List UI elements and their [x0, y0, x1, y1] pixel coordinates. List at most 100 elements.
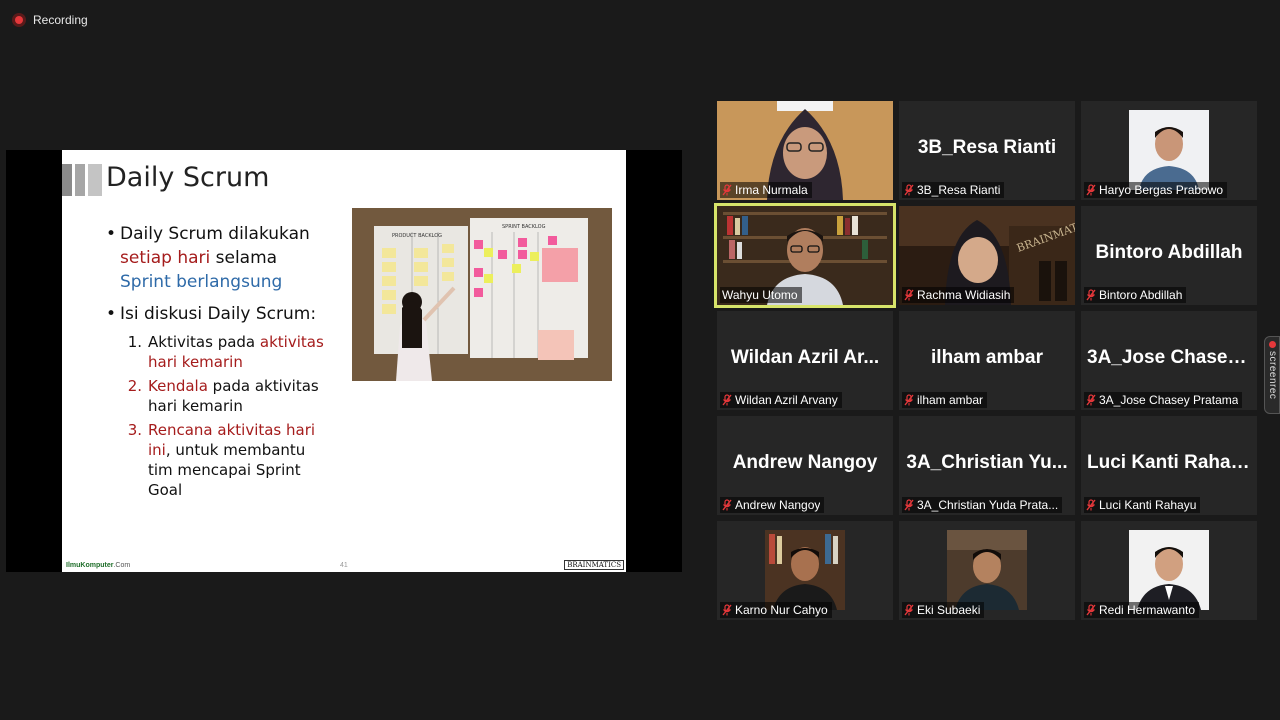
sub-item-2: 2. Kendala pada aktivitas hari kemarin — [126, 376, 331, 416]
participant-name: 3B_Resa Rianti — [917, 183, 1001, 197]
participant-display-name: Wildan Azril Ar... — [730, 347, 880, 368]
bullet-1-text: Daily Scrum dilakukan setiap hari selama… — [120, 222, 331, 294]
participant-name-label: ilham ambar — [902, 392, 988, 408]
participant-tile[interactable]: ilham ambar ilham ambar — [899, 311, 1075, 410]
muted-mic-icon — [1086, 394, 1096, 406]
sub-item-number: 2. — [127, 377, 142, 395]
participant-name-label: Redi Hermawanto — [1084, 602, 1200, 618]
participant-name: ilham ambar — [917, 393, 984, 407]
sub-item-number: 1. — [127, 333, 142, 351]
slide-title-bars-icon — [62, 164, 102, 196]
participant-tile[interactable]: Wahyu Utomo — [714, 203, 896, 308]
muted-mic-icon — [904, 499, 914, 511]
sub-item-1-text: Aktivitas pada aktivitas hari kemarin — [148, 332, 331, 372]
bullet-2-sublist: 1. Aktivitas pada aktivitas hari kemarin… — [126, 332, 331, 500]
avatar — [1129, 530, 1209, 610]
participant-tile[interactable]: Eki Subaeki — [899, 521, 1075, 620]
bullet-dot-icon: • — [106, 224, 117, 244]
sub-item-1: 1. Aktivitas pada aktivitas hari kemarin — [126, 332, 331, 372]
bullet-1-blue: Sprint berlangsung — [120, 272, 283, 292]
participant-tile[interactable]: Andrew Nangoy Andrew Nangoy — [717, 416, 893, 515]
photo-label-product-backlog: PRODUCT BACKLOG — [392, 233, 442, 239]
muted-mic-icon — [722, 604, 732, 616]
participant-tile[interactable]: Bintoro Abdillah Bintoro Abdillah — [1081, 206, 1257, 305]
participant-display-name: 3B_Resa Rianti — [917, 137, 1057, 158]
participant-tile[interactable]: BRAINMATICS Rachma Widiasih — [899, 206, 1075, 305]
participant-display-name: Andrew Nangoy — [732, 452, 878, 473]
muted-mic-icon — [1086, 604, 1096, 616]
participant-tile[interactable]: 3A_Jose Chasey... 3A_Jose Chasey Pratama — [1081, 311, 1257, 410]
participant-name-label: Andrew Nangoy — [720, 497, 825, 513]
participant-name-label: Haryo Bergas Prabowo — [1084, 182, 1228, 198]
bullet-1-highlight: setiap hari — [120, 248, 211, 268]
participant-tile[interactable]: Redi Hermawanto — [1081, 521, 1257, 620]
participant-name: Bintoro Abdillah — [1099, 288, 1183, 302]
recording-label: Recording — [33, 13, 88, 27]
scrum-board-photo: PRODUCT BACKLOG SPRINT BACKLOG — [352, 208, 612, 381]
participant-name-label: Rachma Widiasih — [902, 287, 1015, 303]
screenrec-tab[interactable]: screenrec — [1264, 336, 1280, 414]
participant-name: Andrew Nangoy — [735, 498, 821, 512]
muted-mic-icon — [722, 394, 732, 406]
sub-item-number: 3. — [127, 421, 142, 439]
muted-mic-icon — [904, 289, 914, 301]
participant-name: Haryo Bergas Prabowo — [1099, 183, 1224, 197]
muted-mic-icon — [904, 394, 914, 406]
participant-name: Irma Nurmala — [735, 183, 808, 197]
meeting-window: Recording Daily Scrum • Daily Scrum dila… — [0, 0, 1280, 720]
sub-item-3-post: , untuk membantu tim mencapai Sprint Goa… — [148, 441, 306, 499]
muted-mic-icon — [1086, 184, 1096, 196]
participant-name: Redi Hermawanto — [1099, 603, 1196, 617]
bullet-1-pre: Daily Scrum dilakukan — [120, 224, 310, 244]
muted-mic-icon — [904, 604, 914, 616]
sub-item-2-highlight: Kendala — [148, 377, 208, 395]
muted-mic-icon — [1086, 499, 1096, 511]
participant-name: Wildan Azril Arvany — [735, 393, 838, 407]
bullet-1-mid: selama — [210, 248, 278, 268]
slide-footer-brand: IlmuKomputer.Com — [66, 562, 130, 569]
participant-name-label: Wildan Azril Arvany — [720, 392, 842, 408]
bullet-2: • Isi diskusi Daily Scrum: — [106, 302, 331, 326]
participant-tile[interactable]: Wildan Azril Ar... Wildan Azril Arvany — [717, 311, 893, 410]
photo-label-sprint-backlog: SPRINT BACKLOG — [502, 224, 546, 230]
bullet-dot-icon: • — [106, 304, 117, 324]
participant-name: Wahyu Utomo — [722, 288, 798, 302]
muted-mic-icon — [722, 499, 732, 511]
participant-tile[interactable]: Haryo Bergas Prabowo — [1081, 101, 1257, 200]
participant-tile[interactable]: Luci Kanti Rahayu Luci Kanti Rahayu — [1081, 416, 1257, 515]
sub-item-2-text: Kendala pada aktivitas hari kemarin — [148, 376, 331, 416]
participant-display-name: Bintoro Abdillah — [1095, 242, 1243, 263]
participant-display-name: 3A_Christian Yu... — [906, 452, 1068, 473]
slide-body: • Daily Scrum dilakukan setiap hari sela… — [106, 222, 331, 504]
bullet-2-text: Isi diskusi Daily Scrum: — [120, 304, 317, 324]
presentation-slide: Daily Scrum • Daily Scrum dilakukan seti… — [62, 150, 626, 572]
muted-mic-icon — [722, 184, 732, 196]
screenrec-record-icon — [1269, 341, 1276, 348]
muted-mic-icon — [1086, 289, 1096, 301]
sub-item-3: 3. Rencana aktivitas hari ini, untuk mem… — [126, 420, 331, 500]
participant-name: 3A_Jose Chasey Pratama — [1099, 393, 1239, 407]
participant-name-label: 3B_Resa Rianti — [902, 182, 1005, 198]
participant-name: 3A_Christian Yuda Prata... — [917, 498, 1059, 512]
participant-name-label: Luci Kanti Rahayu — [1084, 497, 1201, 513]
participant-tile[interactable]: 3B_Resa Rianti 3B_Resa Rianti — [899, 101, 1075, 200]
participant-tile[interactable]: Irma Nurmala — [717, 101, 893, 200]
slide-page-number: 41 — [340, 562, 348, 569]
sub-item-1-pre: Aktivitas pada — [148, 333, 260, 351]
participant-name: Karno Nur Cahyo — [735, 603, 828, 617]
participant-name: Rachma Widiasih — [917, 288, 1011, 302]
screenrec-label: screenrec — [1267, 351, 1278, 400]
participant-name-label: 3A_Christian Yuda Prata... — [902, 497, 1063, 513]
participant-display-name: Luci Kanti Rahayu — [1087, 452, 1253, 473]
recording-icon — [12, 13, 26, 27]
slide-footer-logo: BRAINMATICS — [564, 560, 624, 570]
avatar — [947, 530, 1027, 610]
participant-name-label: 3A_Jose Chasey Pratama — [1084, 392, 1243, 408]
participant-tile[interactable]: Karno Nur Cahyo — [717, 521, 893, 620]
recording-indicator[interactable]: Recording — [12, 12, 88, 28]
avatar — [1129, 110, 1209, 190]
slide-footer-brand-main: IlmuKomputer — [66, 562, 114, 569]
participant-tile[interactable]: 3A_Christian Yu... 3A_Christian Yuda Prat… — [899, 416, 1075, 515]
participant-name-label: Wahyu Utomo — [720, 287, 802, 303]
participant-name-label: Eki Subaeki — [902, 602, 985, 618]
